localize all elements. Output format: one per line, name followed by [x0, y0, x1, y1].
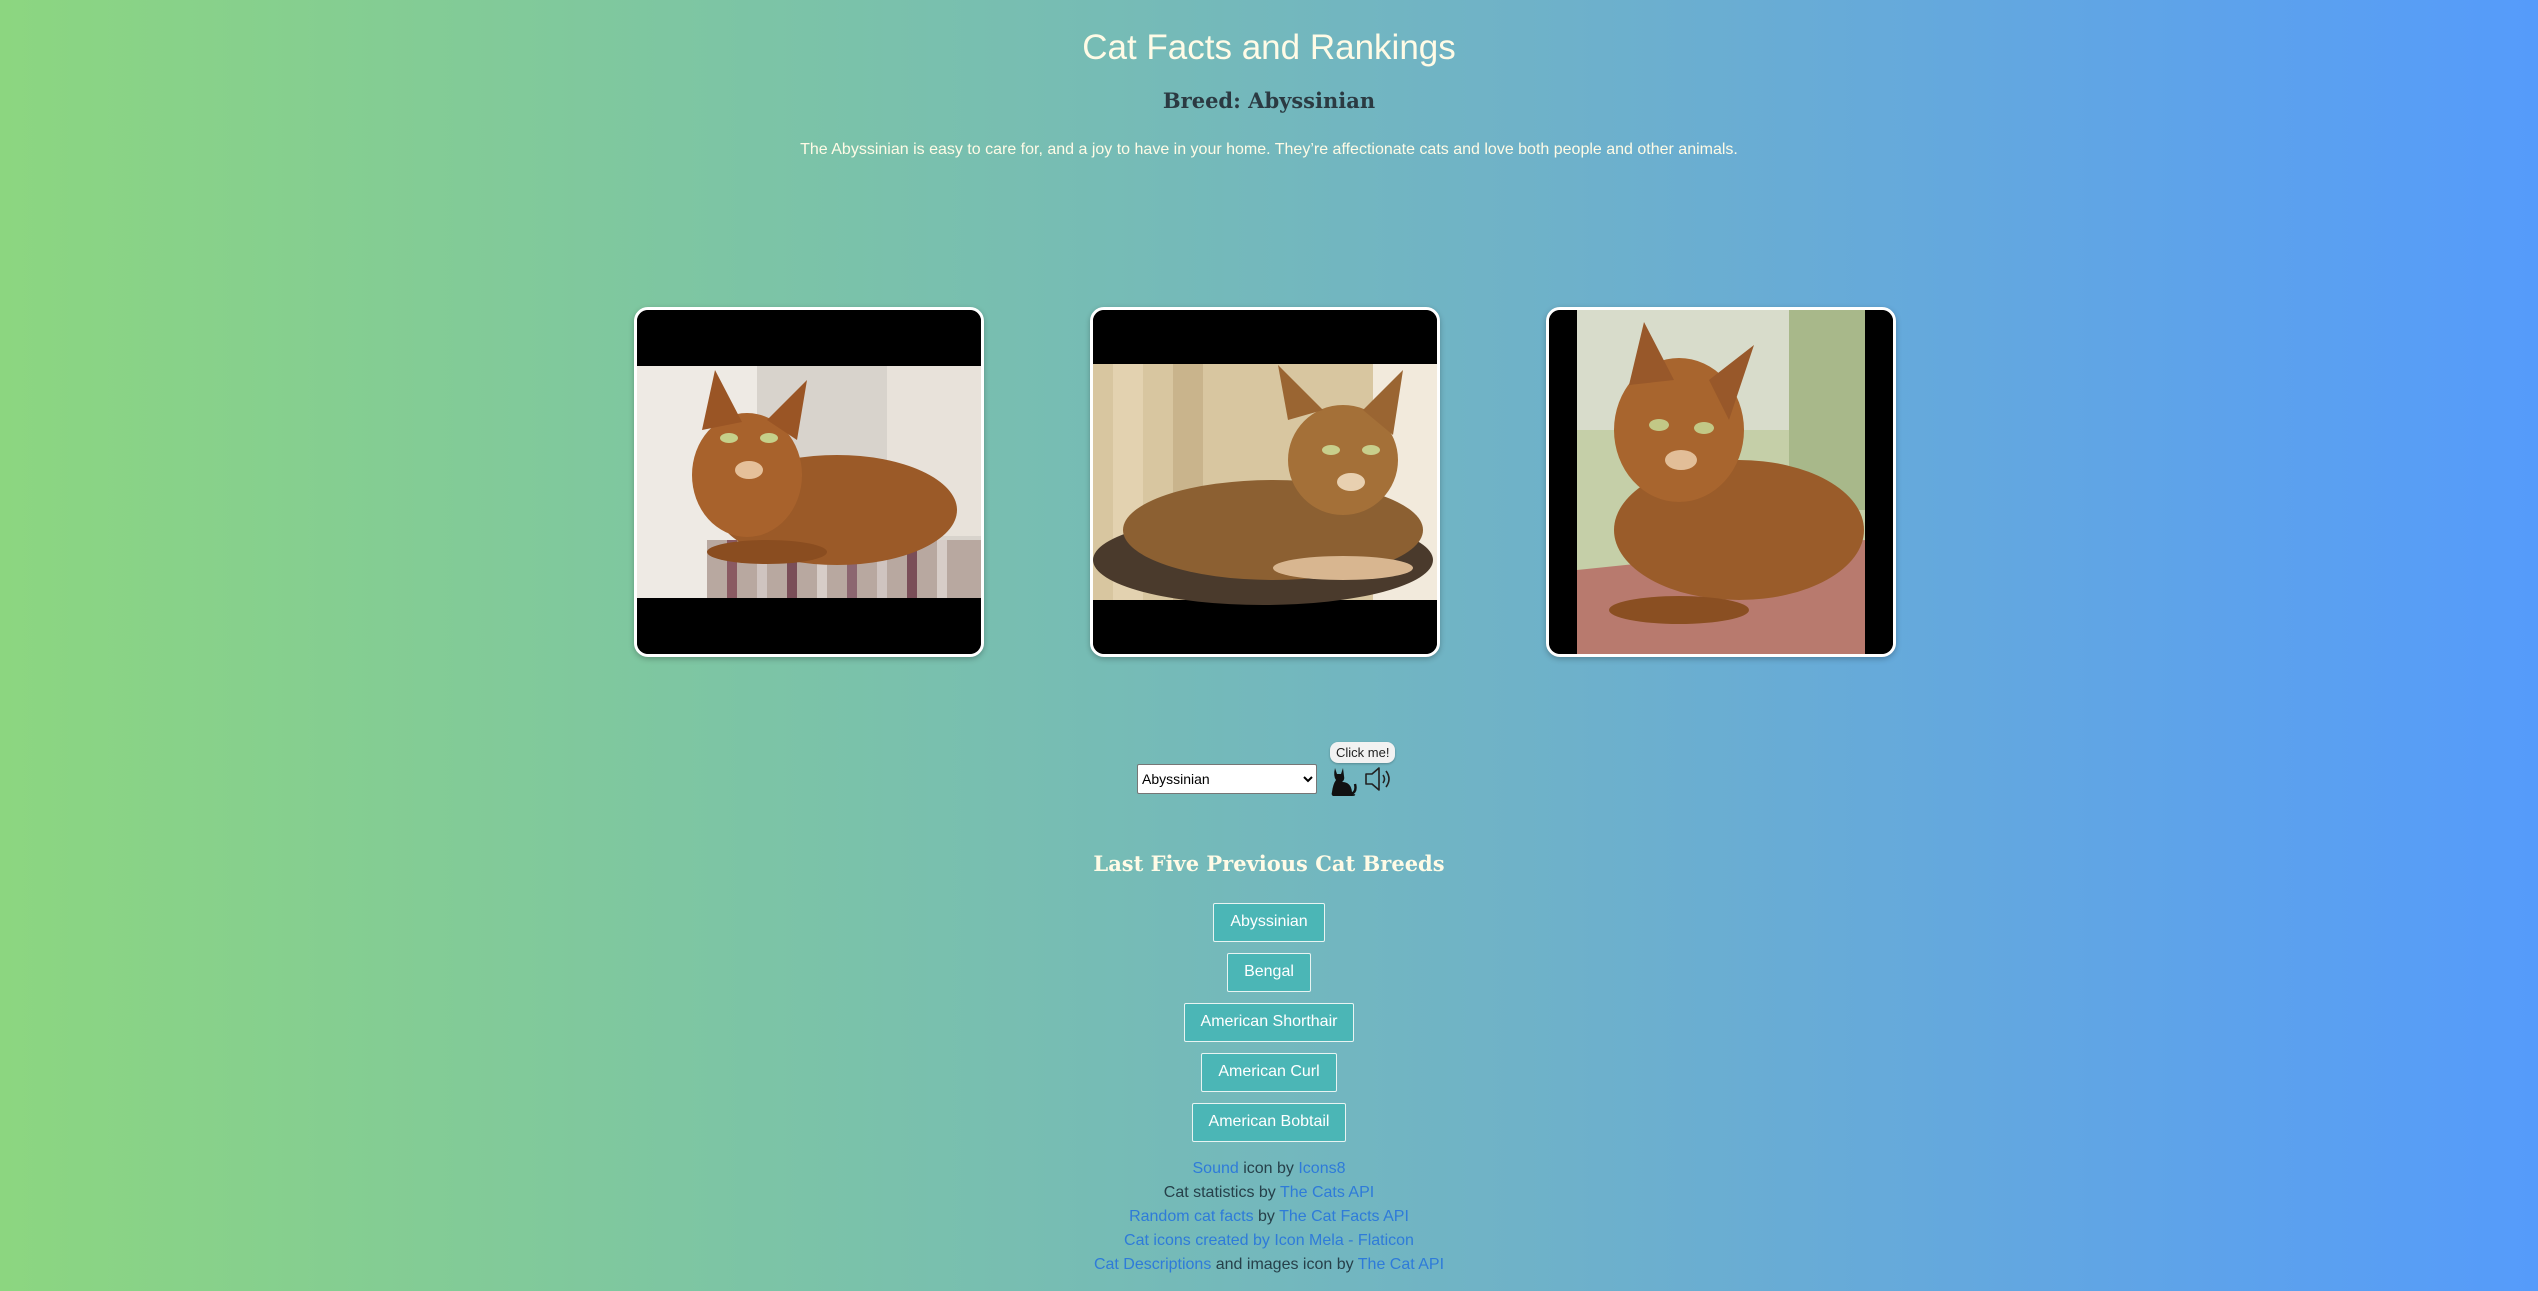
click-me-tooltip: Click me!	[1330, 742, 1396, 763]
credit-line-icons: Cat icons created by Icon Mela - Flatico…	[0, 1229, 2538, 1253]
cat-photo-1	[634, 307, 984, 657]
cat-photo-1-image	[637, 310, 981, 654]
previous-breed-button[interactable]: American Shorthair	[1183, 1003, 1355, 1042]
flaticon-link[interactable]: Cat icons created by Icon Mela - Flatico…	[1124, 1232, 1414, 1249]
breed-description: The Abyssinian is easy to care for, and …	[800, 141, 1738, 158]
cat-photo-3	[1546, 307, 1896, 657]
previous-breed-button[interactable]: Bengal	[1227, 953, 1311, 992]
credit-line-statistics: Cat statistics by The Cats API	[0, 1181, 2538, 1205]
previous-breed-button[interactable]: American Bobtail	[1191, 1103, 1347, 1142]
previous-breed-button[interactable]: American Curl	[1201, 1053, 1337, 1092]
cats-api-link[interactable]: The Cats API	[1280, 1184, 1374, 1201]
credits: Sound icon by Icons8 Cat statistics by T…	[0, 1157, 2538, 1277]
credit-text: Cat statistics by	[1163, 1184, 1280, 1201]
credit-line-sound: Sound icon by Icons8	[0, 1157, 2538, 1181]
cat-icon[interactable]	[1327, 764, 1357, 796]
sound-credit-link[interactable]: Sound	[1193, 1160, 1239, 1177]
credit-line-facts: Random cat facts by The Cat Facts API	[0, 1205, 2538, 1229]
breed-heading: Breed: Abyssinian	[1162, 88, 1376, 113]
credit-line-descriptions: Cat Descriptions and images icon by The …	[0, 1253, 2538, 1277]
breed-select[interactable]: Abyssinian	[1137, 764, 1317, 794]
icons8-link[interactable]: Icons8	[1298, 1160, 1345, 1177]
page-title: Cat Facts and Rankings	[1082, 28, 1456, 67]
speaker-icon[interactable]	[1362, 764, 1394, 794]
cat-descriptions-link[interactable]: Cat Descriptions	[1094, 1256, 1211, 1273]
previous-breed-button[interactable]: Abyssinian	[1213, 903, 1325, 942]
cat-facts-api-link[interactable]: The Cat Facts API	[1279, 1208, 1409, 1225]
cat-photo-2	[1090, 307, 1440, 657]
previous-breeds-list: Abyssinian Bengal American Shorthair Ame…	[0, 903, 2538, 1142]
random-cat-facts-link[interactable]: Random cat facts	[1129, 1208, 1254, 1225]
previous-breeds-heading: Last Five Previous Cat Breeds	[1093, 851, 1445, 876]
cat-photo-3-image	[1549, 310, 1893, 654]
credit-text: by	[1253, 1208, 1280, 1225]
cat-api-link[interactable]: The Cat API	[1358, 1256, 1444, 1273]
credit-text: and images icon by	[1211, 1256, 1358, 1273]
cat-photo-2-image	[1093, 310, 1437, 654]
credit-text: icon by	[1238, 1160, 1299, 1177]
